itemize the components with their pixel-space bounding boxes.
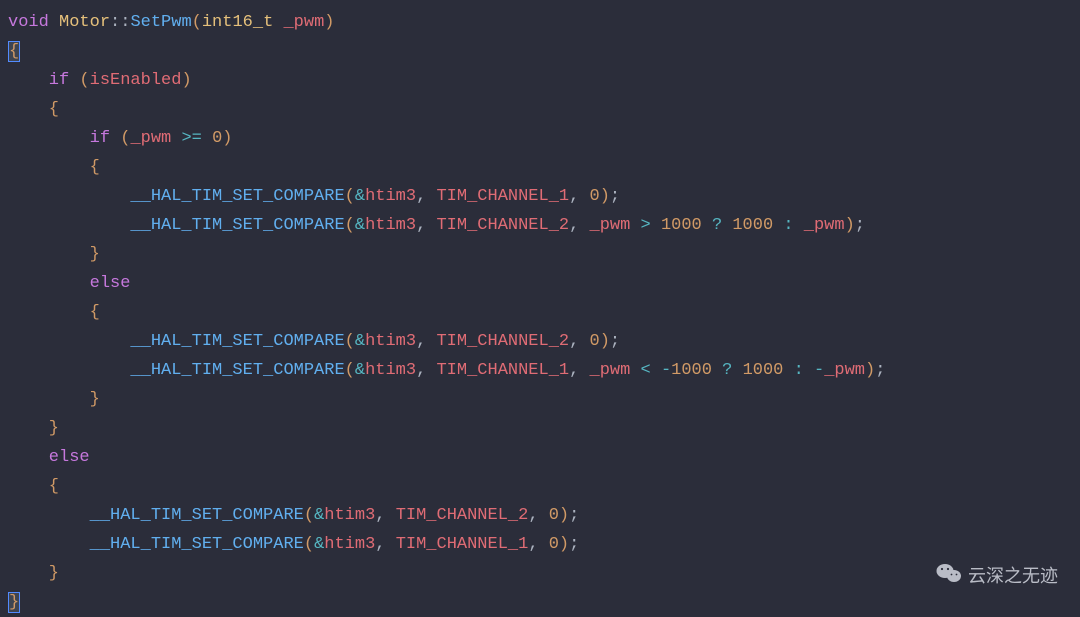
- code-editor[interactable]: void Motor::SetPwm(int16_t _pwm){ if (is…: [8, 8, 1080, 617]
- matching-brace-highlight: {: [8, 41, 20, 62]
- code-line: }: [8, 414, 1080, 443]
- code-line: {: [8, 37, 1080, 66]
- code-line: {: [8, 95, 1080, 124]
- matching-brace-highlight: }: [8, 592, 20, 613]
- code-line: __HAL_TIM_SET_COMPARE(&htim3, TIM_CHANNE…: [8, 356, 1080, 385]
- code-line: }: [8, 240, 1080, 269]
- code-line: }: [8, 385, 1080, 414]
- code-line: if (isEnabled): [8, 66, 1080, 95]
- watermark: 云深之无迹: [936, 562, 1058, 591]
- watermark-text: 云深之无迹: [968, 562, 1058, 591]
- code-line: {: [8, 298, 1080, 327]
- code-line: __HAL_TIM_SET_COMPARE(&htim3, TIM_CHANNE…: [8, 501, 1080, 530]
- code-line: if (_pwm >= 0): [8, 124, 1080, 153]
- code-line: __HAL_TIM_SET_COMPARE(&htim3, TIM_CHANNE…: [8, 327, 1080, 356]
- code-line: void Motor::SetPwm(int16_t _pwm): [8, 8, 1080, 37]
- code-line: }: [8, 559, 1080, 588]
- code-line: __HAL_TIM_SET_COMPARE(&htim3, TIM_CHANNE…: [8, 530, 1080, 559]
- code-line: __HAL_TIM_SET_COMPARE(&htim3, TIM_CHANNE…: [8, 211, 1080, 240]
- code-line: __HAL_TIM_SET_COMPARE(&htim3, TIM_CHANNE…: [8, 182, 1080, 211]
- code-line: {: [8, 472, 1080, 501]
- code-line: }: [8, 588, 1080, 617]
- wechat-icon: [936, 562, 962, 591]
- code-line: {: [8, 153, 1080, 182]
- code-line: else: [8, 269, 1080, 298]
- code-line: else: [8, 443, 1080, 472]
